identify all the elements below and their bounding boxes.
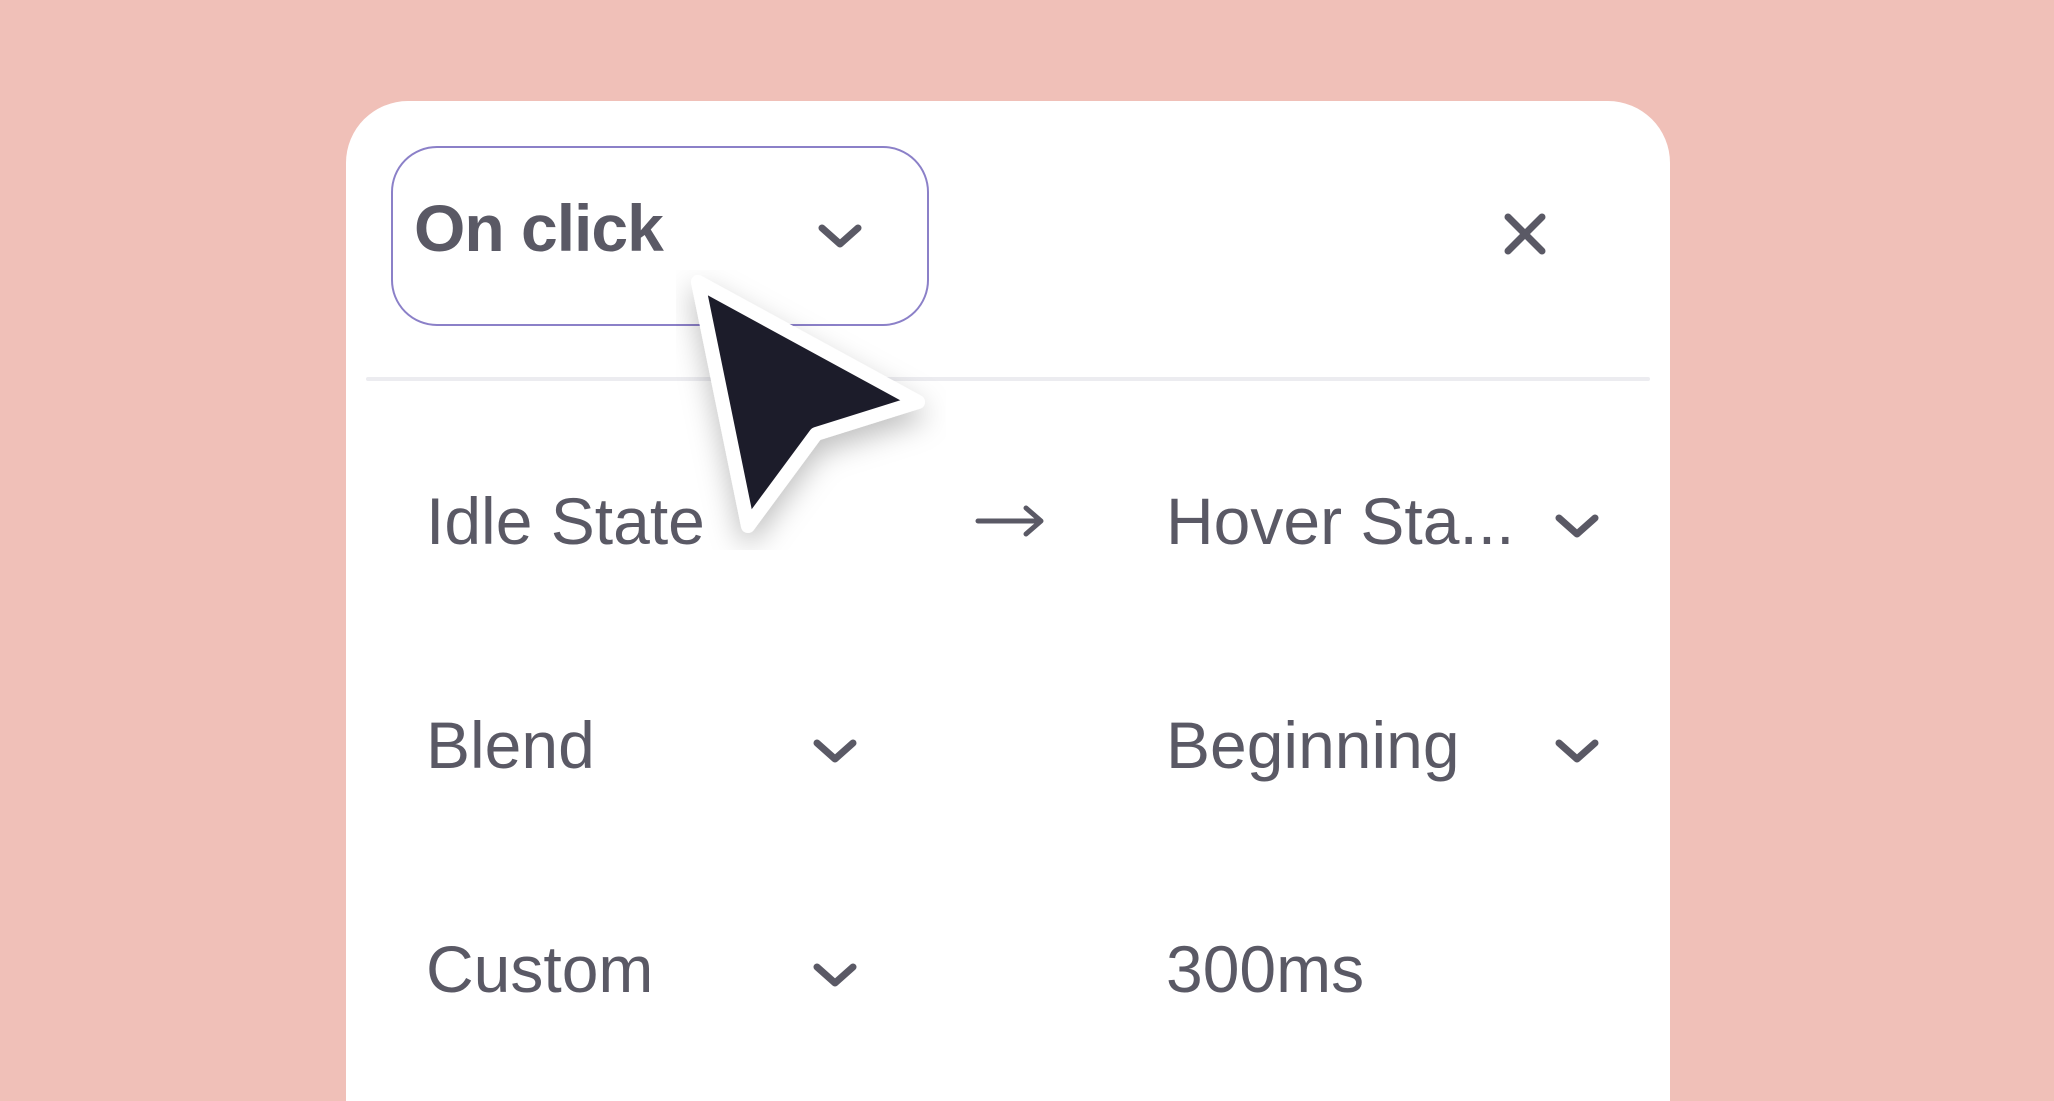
to-state-label: Hover Sta... bbox=[1166, 484, 1515, 558]
animation-timing-label: Beginning bbox=[1166, 708, 1460, 782]
chevron-down-icon bbox=[817, 222, 863, 252]
interaction-panel: On click Idle State Hover Sta... Blend B… bbox=[346, 101, 1670, 1101]
trigger-dropdown[interactable]: On click bbox=[391, 146, 929, 326]
chevron-down-icon bbox=[1554, 512, 1600, 542]
chevron-down-icon bbox=[812, 737, 858, 767]
close-button[interactable] bbox=[1502, 211, 1548, 257]
from-state-label[interactable]: Idle State bbox=[426, 483, 705, 559]
arrow-right-icon bbox=[974, 503, 1046, 539]
close-icon bbox=[1504, 213, 1546, 255]
divider bbox=[366, 377, 1650, 381]
animation-type-label: Blend bbox=[426, 708, 595, 782]
trigger-label: On click bbox=[414, 191, 664, 265]
chevron-down-icon bbox=[812, 961, 858, 991]
duration-input[interactable]: 300ms bbox=[1166, 931, 1364, 1007]
chevron-down-icon bbox=[1554, 737, 1600, 767]
easing-curve-label: Custom bbox=[426, 932, 654, 1006]
